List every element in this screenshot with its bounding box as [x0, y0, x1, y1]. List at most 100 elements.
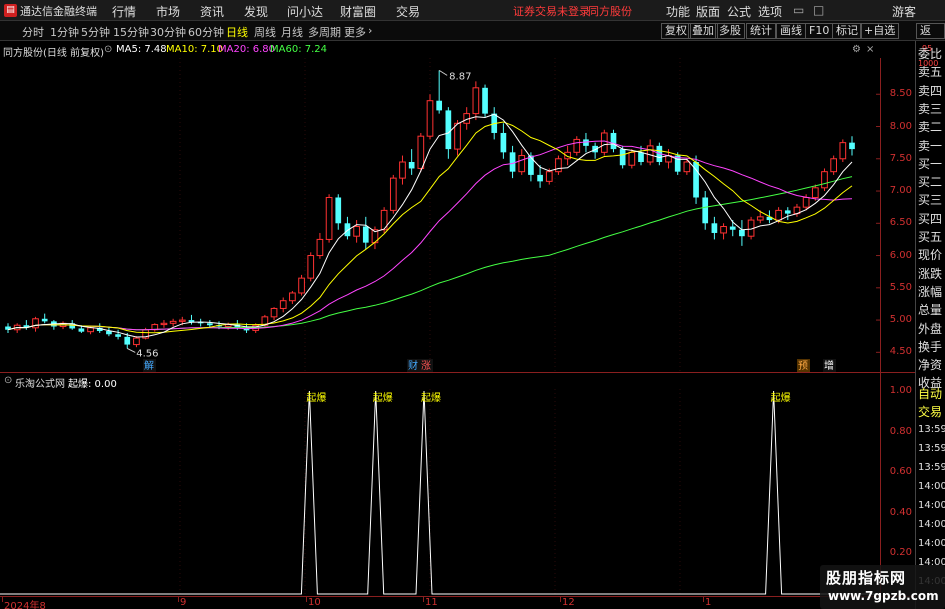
period-60min[interactable]: 60分钟 [188, 24, 224, 40]
menu-news[interactable]: 资讯 [200, 3, 224, 20]
candle [573, 136, 581, 156]
sidebar-item[interactable]: 委比 [918, 45, 942, 63]
period-more[interactable]: 更多 [344, 24, 366, 40]
menu-quotes[interactable]: 行情 [112, 3, 136, 20]
ma-header: 同方股份(日线 前复权) ⊙ MA5: 7.48 MA10: 7.10 MA20… [0, 42, 880, 59]
candle [5, 323, 11, 333]
sidebar-item[interactable]: 买五 [918, 228, 942, 246]
stats-button[interactable]: 统计 [746, 23, 776, 39]
sidebar-item[interactable]: 涨跌 [918, 265, 942, 283]
period-weekly[interactable]: 周线 [254, 24, 276, 40]
candle [160, 320, 168, 328]
candle [316, 232, 324, 259]
sidebar-item[interactable]: 买三 [918, 191, 942, 209]
back-button[interactable]: 返回 [916, 23, 945, 39]
overlay-button[interactable]: 叠加 [688, 23, 718, 39]
menu-market[interactable]: 市场 [156, 3, 180, 20]
candle [821, 168, 828, 192]
sidebar-item[interactable]: 买四 [918, 210, 942, 228]
sidebar-item[interactable]: 涨幅 [918, 283, 942, 301]
trade-time: 14:00 [918, 481, 945, 492]
menu-formula[interactable]: 公式 [727, 3, 751, 20]
candle [270, 307, 278, 321]
period-5min[interactable]: 5分钟 [81, 24, 110, 40]
candle [711, 216, 718, 240]
menu-discover[interactable]: 发现 [244, 3, 268, 20]
trade-time: 14:00 [918, 538, 945, 549]
event-marker[interactable]: 增 [823, 359, 836, 372]
event-marker[interactable]: 解 [143, 359, 156, 372]
candle [509, 145, 516, 179]
quote-sidebar: 95 1000 委比 卖五 卖四 卖三 卖二 卖一 买一 买二 买三 买四 买五 现价 涨跌 涨幅 总量 外盘换… [915, 41, 945, 609]
indicator-tick-label: 0.20 [889, 547, 912, 559]
sidebar-item[interactable]: 买一 [918, 155, 942, 173]
period-1min[interactable]: 1分钟 [50, 24, 79, 40]
candle [133, 336, 140, 348]
svg-text:财: 财 [408, 359, 418, 372]
event-marker[interactable]: 预 [797, 359, 810, 372]
period-daily[interactable]: 日线 [226, 24, 248, 40]
sidebar-item[interactable]: 外盘 [918, 320, 942, 338]
menu-layout[interactable]: 版面 [696, 3, 720, 20]
menu-options[interactable]: 选项 [758, 3, 782, 20]
period-15min[interactable]: 15分钟 [113, 24, 149, 40]
candle [279, 297, 287, 313]
login-notice[interactable]: 证券交易未登录 [513, 3, 590, 19]
period-monthly[interactable]: 月线 [281, 24, 303, 40]
watermark-name: 股朋指标网 [826, 569, 907, 587]
date-tick-label: 9 [180, 597, 187, 608]
indicator-gear-icon[interactable]: ⊙ [4, 375, 12, 386]
price-tick-label: 7.00 [889, 185, 912, 197]
chevron-right-icon[interactable]: › [368, 24, 372, 37]
menu-bar: ▤ 通达信金融终端 行情 市场 资讯 发现 问小达 财富圈 交易 证券交易未登录… [0, 0, 945, 21]
svg-text:涨: 涨 [421, 360, 431, 372]
period-multi[interactable]: 多周期 [308, 24, 341, 40]
sidebar-item[interactable]: 换手 [918, 338, 942, 356]
sidebar-item[interactable]: 交易 [918, 403, 942, 421]
draw-button[interactable]: 画线 [776, 23, 806, 39]
price-chart[interactable]: 8.87 4.56解 财涨 预 增 [0, 58, 880, 372]
indicator-chart[interactable]: 起爆 起爆 起爆 起爆 [0, 389, 880, 596]
candle [298, 274, 305, 296]
sidebar-item[interactable]: 卖二 [918, 118, 942, 136]
mark-button[interactable]: 标记 [832, 23, 862, 39]
minimize-icon[interactable]: ▭ [793, 3, 804, 17]
menu-function[interactable]: 功能 [666, 3, 690, 20]
indicator-tick-label: 0.80 [889, 425, 912, 437]
sidebar-item[interactable]: 卖五 [918, 63, 942, 81]
close-chart-icon[interactable]: × [866, 44, 874, 55]
watermark: 股朋指标网 www.7gpzb.com [820, 565, 945, 609]
event-marker[interactable]: 涨 [420, 359, 433, 372]
f10-button[interactable]: F10 [805, 23, 834, 39]
multi-stock-button[interactable]: 多股 [715, 23, 745, 39]
candle [610, 129, 617, 153]
sidebar-item[interactable]: 卖四 [918, 82, 942, 100]
sidebar-item[interactable]: 买二 [918, 173, 942, 191]
candle [720, 223, 727, 240]
candle [408, 149, 415, 175]
low-pointer [127, 348, 136, 353]
date-axis: 2024年8 9 10 11 12 1 [0, 596, 915, 609]
add-watchlist-button[interactable]: +自选 [860, 23, 900, 39]
sidebar-item[interactable]: 卖一 [918, 137, 942, 155]
sidebar-item[interactable]: 净资 [918, 356, 942, 374]
candle [482, 84, 488, 117]
settings-icon[interactable]: ⚙ [852, 44, 861, 55]
menu-trade[interactable]: 交易 [396, 3, 420, 20]
sidebar-item[interactable]: 卖三 [918, 100, 942, 118]
candle [674, 152, 681, 175]
period-tick[interactable]: 分时 [22, 24, 44, 40]
sidebar-item[interactable]: 自动 [918, 385, 942, 403]
candle [830, 155, 837, 175]
sidebar-item[interactable]: 现价 [918, 246, 942, 264]
adjust-button[interactable]: 复权 [661, 23, 691, 39]
restore-icon[interactable]: □ [813, 3, 824, 17]
gear-icon[interactable]: ⊙ [104, 44, 112, 55]
menu-wealth[interactable]: 财富圈 [340, 3, 376, 20]
user-guest[interactable]: 游客 [892, 3, 916, 20]
sidebar-item[interactable]: 总量 [918, 301, 942, 319]
event-marker[interactable]: 财 [407, 359, 420, 372]
menu-ask[interactable]: 问小达 [287, 3, 323, 20]
period-30min[interactable]: 30分钟 [150, 24, 186, 40]
price-tick-label: 4.50 [889, 346, 912, 358]
